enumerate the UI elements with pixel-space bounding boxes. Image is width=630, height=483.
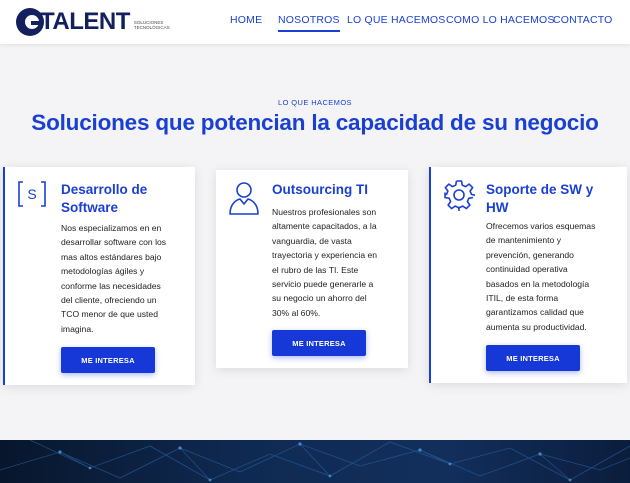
svg-text:S: S (27, 186, 36, 202)
gear-icon (443, 179, 476, 216)
me-interesa-button[interactable]: ME INTERESA (272, 330, 366, 356)
section-title: Soluciones que potencian la capacidad de… (31, 110, 599, 135)
nav-nosotros[interactable]: NOSOTROS (278, 14, 340, 32)
code-brackets-icon: S (17, 180, 47, 213)
nav-contacto[interactable]: CONTACTO (553, 14, 613, 26)
site-header: TALENT SOLUCIONES TECNOLÓGICAS HOME NOSO… (0, 0, 630, 44)
card-title: Outsourcing TI (272, 182, 368, 197)
nav-como-lo-hacemos[interactable]: COMO LO HACEMOS (446, 14, 555, 26)
card-body: Ofrecemos varios esquemas de mantenimien… (486, 221, 596, 332)
card-body: Nuestros profesionales son altamente cap… (272, 207, 378, 318)
service-card-soporte: Soporte de SW y HW Ofrecemos varios esqu… (429, 167, 627, 383)
me-interesa-button[interactable]: ME INTERESA (486, 345, 580, 371)
person-icon (228, 180, 260, 221)
section-kicker: LO QUE HACEMOS (278, 98, 352, 107)
network-lines-graphic (0, 440, 630, 482)
me-interesa-button[interactable]: ME INTERESA (61, 347, 155, 373)
card-body: Nos especializamos en en desarrollar sof… (61, 223, 167, 334)
main-nav: HOME NOSOTROS LO QUE HACEMOS COMO LO HAC… (0, 14, 630, 34)
nav-home[interactable]: HOME (230, 14, 262, 26)
service-card-outsourcing: Outsourcing TI Nuestros profesionales so… (216, 170, 408, 368)
card-title: Soporte de SW y HW (486, 182, 594, 215)
nav-lo-que-hacemos[interactable]: LO QUE HACEMOS (347, 14, 445, 26)
network-banner (0, 440, 630, 483)
service-card-desarrollo: S Desarrollo de Software Nos especializa… (3, 167, 195, 385)
card-title: Desarrollo de Software (61, 182, 148, 215)
